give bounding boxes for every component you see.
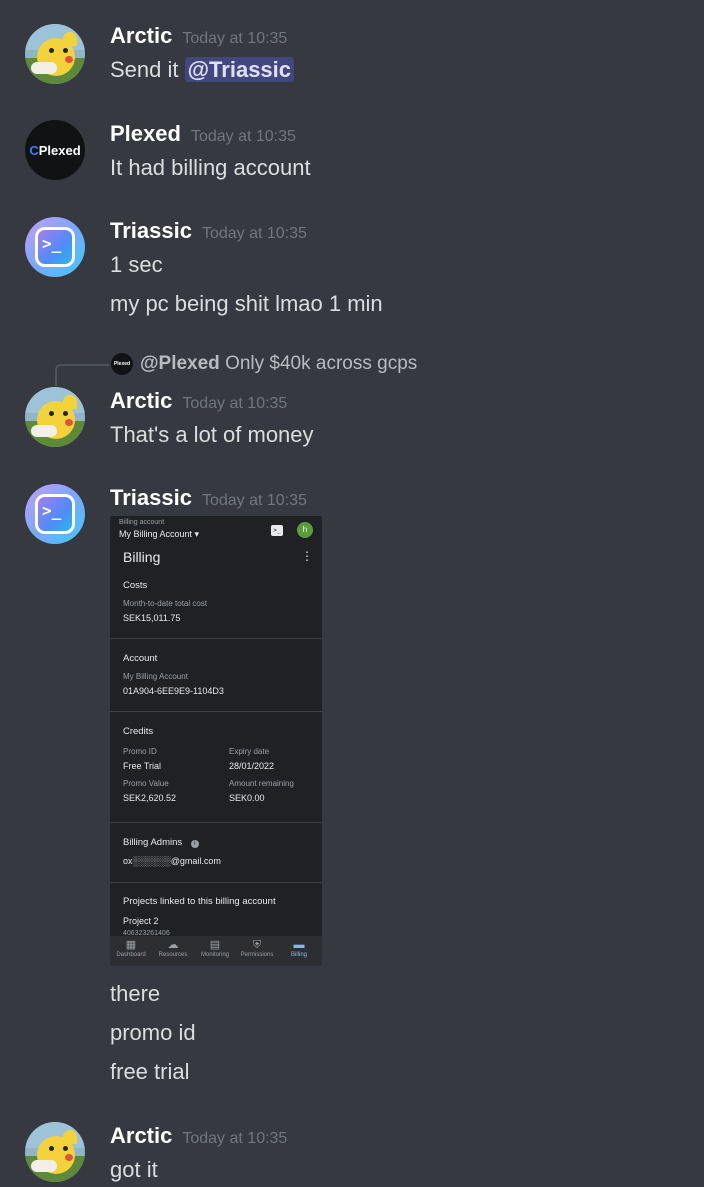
account-heading: Account — [123, 653, 158, 664]
avatar[interactable] — [25, 387, 85, 447]
promo-value: SEK2,620.52 — [123, 793, 177, 803]
timestamp: Today at 10:35 — [201, 225, 307, 242]
credits-heading: Credits — [123, 726, 154, 737]
account-id: 01A904-6EE9E9-1104D3 — [123, 686, 224, 696]
avatar[interactable]: >_ — [25, 217, 85, 277]
avatar[interactable] — [25, 1122, 85, 1182]
more-vert-icon: ⋮ — [301, 549, 313, 563]
shield-icon: ⛨ — [252, 939, 262, 951]
billing-account-label: Billing account — [119, 519, 165, 526]
image-attachment[interactable]: Billing account My Billing Account ▾ >_ … — [110, 516, 322, 966]
timestamp: Today at 10:35 — [201, 492, 307, 509]
nav-dashboard: ▦ Dashboard — [110, 939, 152, 958]
reply-spine — [55, 364, 109, 386]
reply-reference[interactable]: Plexed @Plexed Only $40k across gcps — [0, 352, 704, 386]
message-text: It had billing account — [110, 155, 311, 180]
message-text: 1 sec — [110, 252, 163, 277]
message-text: That's a lot of money — [110, 422, 314, 447]
reply-text: Only $40k across gcps — [225, 353, 418, 374]
user-mention[interactable]: @Triassic — [184, 57, 295, 82]
bottom-nav: ▦ Dashboard ☁ Resources ▤ Monitoring ⛨ Permi… — [110, 936, 322, 966]
nav-permissions: ⛨ Permissions — [236, 939, 278, 958]
timestamp: Today at 10:35 — [182, 1130, 288, 1147]
costs-heading: Costs — [123, 580, 148, 591]
reply-avatar: Plexed — [111, 353, 133, 375]
reply-author[interactable]: @Plexed — [140, 353, 220, 374]
message-text: got it — [110, 1157, 158, 1182]
message-text: there — [110, 981, 161, 1006]
message-text: my pc being shit lmao 1 min — [110, 291, 383, 316]
nav-monitoring: ▤ Monitoring — [194, 939, 236, 958]
reply-preview: @Plexed Only $40k across gcps — [140, 353, 417, 375]
message-text: Send it @Triassic — [110, 57, 295, 83]
terminal-icon: >_ — [271, 525, 283, 536]
avatar[interactable]: CPlexed — [25, 120, 85, 180]
author-name[interactable]: Arctic — [110, 388, 172, 413]
timestamp: Today at 10:35 — [190, 128, 296, 145]
info-icon: i — [190, 840, 199, 848]
author-name[interactable]: Plexed — [110, 121, 181, 146]
project-name: Project 2 — [123, 916, 159, 926]
projects-heading: Projects linked to this billing account — [123, 896, 276, 907]
message-text: free trial — [110, 1059, 190, 1084]
plexed-logo: CPlexed — [29, 142, 81, 158]
dashboard-icon: ▦ — [125, 939, 137, 951]
account-avatar: h — [297, 522, 313, 538]
author-name[interactable]: Arctic — [110, 23, 172, 48]
billing-admins-heading: Billing Admins i — [123, 837, 199, 848]
billing-account-selector: My Billing Account ▾ — [119, 529, 200, 539]
author-name[interactable]: Arctic — [110, 1123, 172, 1148]
timestamp: Today at 10:35 — [182, 30, 288, 47]
author-name[interactable]: Triassic — [110, 218, 192, 243]
amount-remaining: SEK0.00 — [229, 793, 265, 803]
nav-billing: ▬ Billing — [278, 939, 320, 958]
avatar[interactable] — [25, 24, 85, 84]
author-name[interactable]: Triassic — [110, 485, 192, 510]
total-cost: SEK15,011.75 — [123, 613, 181, 623]
admin-email: ox░░░░░░@gmail.com — [123, 856, 221, 866]
chart-icon: ▤ — [209, 939, 221, 951]
promo-id: Free Trial — [123, 761, 162, 771]
billing-icon: ▬ — [293, 939, 305, 951]
expiry-date: 28/01/2022 — [229, 761, 275, 771]
cloud-icon: ☁ — [167, 939, 179, 951]
avatar[interactable]: >_ — [25, 484, 85, 544]
nav-resources: ☁ Resources — [152, 939, 194, 958]
message-text: promo id — [110, 1020, 196, 1045]
billing-title: Billing — [123, 549, 161, 565]
timestamp: Today at 10:35 — [182, 395, 288, 412]
